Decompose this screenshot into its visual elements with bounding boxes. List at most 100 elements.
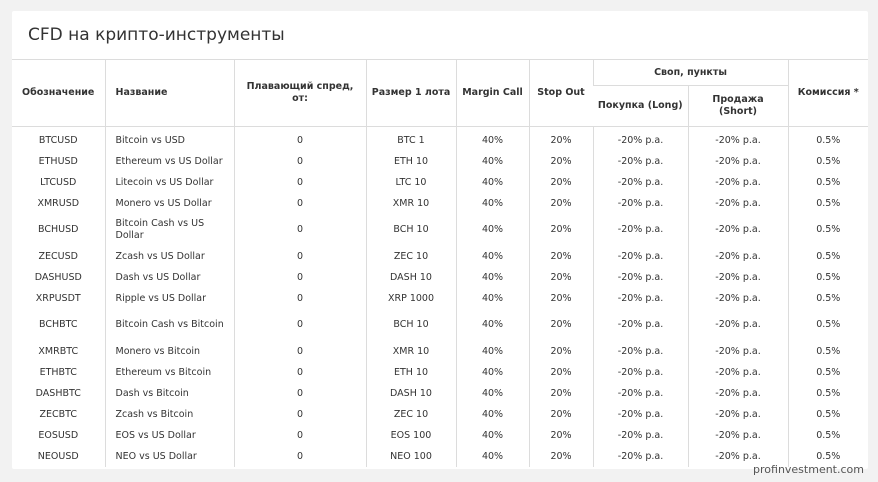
cell-margin-call: 40% xyxy=(455,425,529,446)
cell-stop-out: 20% xyxy=(528,151,593,172)
cell-name: Monero vs Bitcoin xyxy=(104,341,234,362)
cell-swap-short: -20% p.a. xyxy=(687,172,789,193)
cell-commission: 0.5% xyxy=(787,383,869,404)
cell-margin-call: 40% xyxy=(455,404,529,425)
cell-symbol: XMRUSD xyxy=(37,198,80,209)
header-lot-size: Размер 1 лота xyxy=(365,60,456,127)
cell-swap-long: -20% p.a. xyxy=(592,383,688,404)
cell-stop-out: 20% xyxy=(528,404,593,425)
cell-commission: 0.5% xyxy=(787,425,869,446)
cell-commission: 0.5% xyxy=(787,151,869,172)
cell-symbol: XMRBTC xyxy=(38,346,79,357)
cell-swap-long: -20% p.a. xyxy=(592,362,688,383)
table-row: EOSUSD EOS vs US Dollar 0 EOS 100 40% 20% -20%… xyxy=(12,425,869,446)
cell-margin-call: 40% xyxy=(455,193,529,214)
cell-symbol: NEOUSD xyxy=(37,451,79,462)
cell-swap-long: -20% p.a. xyxy=(592,446,688,467)
header-swap-short: Продажа (Short) xyxy=(687,85,789,127)
cell-symbol: DASHBTC xyxy=(35,388,81,399)
cell-lot-size: ETH 10 xyxy=(365,151,456,172)
cell-stop-out: 20% xyxy=(528,214,593,246)
cell-symbol: XRPUSDT xyxy=(35,293,81,304)
cell-commission: 0.5% xyxy=(787,288,869,309)
cell-lot-size: BCH 10 xyxy=(365,309,456,341)
cell-commission: 0.5% xyxy=(787,126,869,151)
cell-name: NEO vs US Dollar xyxy=(104,446,234,467)
cell-name: Bitcoin Cash vs Bitcoin xyxy=(104,309,234,341)
cell-margin-call: 40% xyxy=(455,267,529,288)
cell-commission: 0.5% xyxy=(787,246,869,267)
header-name: Название xyxy=(104,60,234,127)
cell-lot-size: BTC 1 xyxy=(365,126,456,151)
cell-swap-short: -20% p.a. xyxy=(687,214,789,246)
cell-commission: 0.5% xyxy=(787,193,869,214)
header-margin-call: Margin Call xyxy=(455,60,529,127)
table-row: ETHBTC Ethereum vs Bitcoin 0 ETH 10 40% 20% -2… xyxy=(12,362,869,383)
cell-swap-short: -20% p.a. xyxy=(687,288,789,309)
cell-swap-short: -20% p.a. xyxy=(687,404,789,425)
table-row: XRPUSDT Ripple vs US Dollar 0 XRP 1000 40% 20… xyxy=(12,288,869,309)
header-commission: Комиссия * xyxy=(787,60,869,127)
cell-spread: 0 xyxy=(233,446,366,467)
cell-spread: 0 xyxy=(233,288,366,309)
cell-stop-out: 20% xyxy=(528,362,593,383)
cell-name: Dash vs Bitcoin xyxy=(104,383,234,404)
cell-stop-out: 20% xyxy=(528,288,593,309)
cell-swap-long: -20% p.a. xyxy=(592,425,688,446)
cell-name: Zcash vs Bitcoin xyxy=(104,404,234,425)
watermark: profinvestment.com xyxy=(753,463,864,476)
cell-name: Litecoin vs US Dollar xyxy=(104,172,234,193)
cell-margin-call: 40% xyxy=(455,214,529,246)
cell-stop-out: 20% xyxy=(528,193,593,214)
cell-swap-short: -20% p.a. xyxy=(687,246,789,267)
cell-swap-long: -20% p.a. xyxy=(592,267,688,288)
cell-stop-out: 20% xyxy=(528,383,593,404)
cell-name: Bitcoin Cash vs US Dollar xyxy=(104,214,234,246)
table-row: ZECBTC Zcash vs Bitcoin 0 ZEC 10 40% 20% -20% … xyxy=(12,404,869,425)
cell-symbol: BTCUSD xyxy=(38,135,78,146)
cell-stop-out: 20% xyxy=(528,172,593,193)
cell-spread: 0 xyxy=(233,193,366,214)
cell-symbol: DASHUSD xyxy=(34,272,82,283)
cell-symbol: ETHUSD xyxy=(38,156,78,167)
cell-swap-long: -20% p.a. xyxy=(592,193,688,214)
cell-lot-size: DASH 10 xyxy=(365,267,456,288)
cell-commission: 0.5% xyxy=(787,309,869,341)
table-row: XMRUSD Monero vs US Dollar 0 XMR 10 40% 20% -2… xyxy=(12,193,869,214)
cell-spread: 0 xyxy=(233,151,366,172)
cell-swap-short: -20% p.a. xyxy=(687,151,789,172)
table-row: DASHBTC Dash vs Bitcoin 0 DASH 10 40% 20% -20%… xyxy=(12,383,869,404)
cell-margin-call: 40% xyxy=(455,126,529,151)
header-swap-long: Покупка (Long) xyxy=(593,85,688,127)
table-row: BCHBTC Bitcoin Cash vs Bitcoin 0 BCH 10 40% 2… xyxy=(12,309,869,341)
cell-lot-size: XMR 10 xyxy=(365,193,456,214)
cell-stop-out: 20% xyxy=(528,309,593,341)
cell-commission: 0.5% xyxy=(787,214,869,246)
cell-swap-short: -20% p.a. xyxy=(687,383,789,404)
header-swap: Своп, пункты xyxy=(592,60,789,86)
cell-swap-short: -20% p.a. xyxy=(687,267,789,288)
cell-symbol: ZECBTC xyxy=(39,409,78,420)
cell-spread: 0 xyxy=(233,267,366,288)
cell-spread: 0 xyxy=(233,425,366,446)
table-row: NEOUSD NEO vs US Dollar 0 NEO 100 40% 20% -20%… xyxy=(12,446,869,467)
header-stop-out: Stop Out xyxy=(528,60,593,127)
cell-name: Monero vs US Dollar xyxy=(104,193,234,214)
table-row: XMRBTC Monero vs Bitcoin 0 XMR 10 40% 20% -20%… xyxy=(12,341,869,362)
cell-symbol: ETHBTC xyxy=(39,367,77,378)
cell-stop-out: 20% xyxy=(528,246,593,267)
cell-swap-short: -20% p.a. xyxy=(687,193,789,214)
cell-swap-long: -20% p.a. xyxy=(592,151,688,172)
cell-lot-size: LTC 10 xyxy=(365,172,456,193)
cell-swap-long: -20% p.a. xyxy=(592,309,688,341)
cell-name: Ethereum vs Bitcoin xyxy=(104,362,234,383)
table-row: ETHUSD Ethereum vs US Dollar 0 ETH 10 40% 20%… xyxy=(12,151,869,172)
cell-lot-size: XRP 1000 xyxy=(365,288,456,309)
header-symbol: Обозначение xyxy=(12,60,105,127)
cell-swap-short: -20% p.a. xyxy=(687,126,789,151)
instruments-card: CFD на крипто-инструменты Обозначение На… xyxy=(12,11,869,469)
cell-lot-size: ZEC 10 xyxy=(365,246,456,267)
cell-lot-size: EOS 100 xyxy=(365,425,456,446)
cell-spread: 0 xyxy=(233,246,366,267)
cell-swap-short: -20% p.a. xyxy=(687,362,789,383)
